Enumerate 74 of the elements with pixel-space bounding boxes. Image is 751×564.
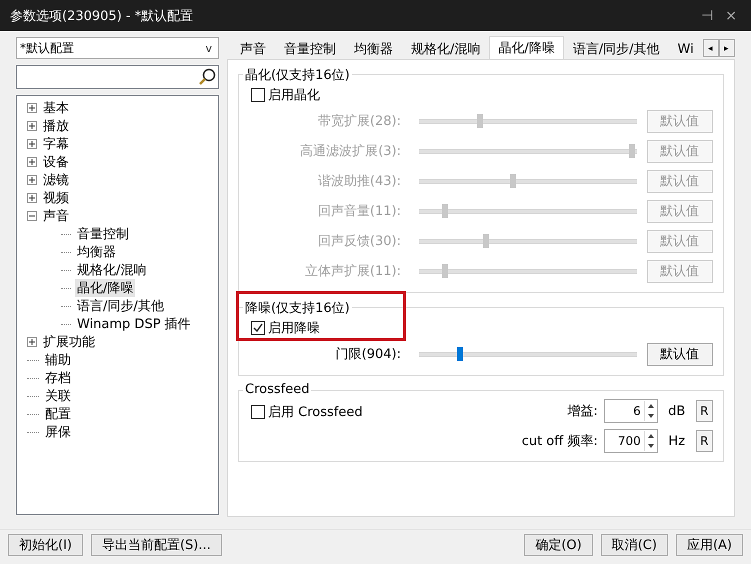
tab[interactable]: 晶化/降噪 bbox=[489, 36, 564, 60]
tree-item[interactable]: 存档 bbox=[43, 369, 73, 388]
tree-item[interactable]: 字幕 bbox=[41, 135, 71, 154]
apply-button[interactable]: 应用(A) bbox=[676, 534, 743, 556]
checkbox-label[interactable]: 启用晶化 bbox=[268, 86, 320, 104]
expand-icon[interactable] bbox=[27, 139, 37, 150]
tree-item[interactable]: 音量控制 bbox=[75, 225, 131, 244]
tree-item[interactable]: 均衡器 bbox=[75, 243, 118, 262]
profile-dropdown[interactable]: *默认配置 v bbox=[16, 37, 219, 60]
reset-button[interactable]: 初始化(I) bbox=[8, 534, 83, 556]
tree-item[interactable]: 辅助 bbox=[43, 351, 73, 370]
tree-item[interactable]: 声音 bbox=[41, 207, 71, 226]
pin-button[interactable]: ⊣ bbox=[695, 8, 720, 24]
tab[interactable]: 语言/同步/其他 bbox=[564, 38, 669, 60]
field-label: cut off 频率: bbox=[520, 433, 598, 450]
expand-icon[interactable] bbox=[27, 193, 37, 204]
up-arrow-icon[interactable] bbox=[648, 434, 654, 438]
tree-item[interactable]: 屏保 bbox=[43, 423, 73, 442]
scroll-right-button[interactable]: ▸ bbox=[718, 39, 735, 58]
tree-item[interactable]: 播放 bbox=[41, 117, 71, 136]
down-arrow-icon[interactable] bbox=[648, 444, 654, 448]
window-title: 参数选项(230905) - *默认配置 bbox=[10, 8, 194, 25]
tree-item[interactable]: 关联 bbox=[43, 387, 73, 406]
close-button[interactable]: × bbox=[719, 8, 743, 24]
tab[interactable]: 规格化/混响 bbox=[402, 38, 490, 60]
tree-item[interactable]: 视频 bbox=[41, 189, 71, 208]
tree-item[interactable]: Winamp DSP 插件 bbox=[75, 315, 193, 334]
reset-button[interactable]: R bbox=[696, 400, 713, 422]
checkbox[interactable] bbox=[251, 321, 265, 336]
scroll-left-button[interactable]: ◂ bbox=[702, 39, 719, 58]
expand-icon[interactable] bbox=[27, 157, 37, 168]
tree-item[interactable]: 规格化/混响 bbox=[75, 261, 148, 280]
slider-label: 回声音量(11): bbox=[316, 203, 402, 220]
unit-label: dB bbox=[667, 404, 686, 419]
tree-item[interactable]: 滤镜 bbox=[41, 171, 71, 190]
down-arrow-icon[interactable] bbox=[648, 414, 654, 418]
expand-icon[interactable] bbox=[27, 103, 37, 114]
tab[interactable]: Wi bbox=[668, 38, 703, 60]
tree-item[interactable]: 扩展功能 bbox=[41, 333, 97, 352]
slider-label: 立体声扩展(11): bbox=[304, 263, 402, 280]
checkbox[interactable] bbox=[251, 405, 265, 420]
expand-icon[interactable] bbox=[27, 175, 37, 186]
up-arrow-icon[interactable] bbox=[648, 404, 654, 408]
checkbox-label[interactable]: 启用 Crossfeed bbox=[268, 403, 363, 422]
tab[interactable]: 均衡器 bbox=[345, 38, 402, 60]
field-label: 增益: bbox=[566, 403, 598, 420]
slider-thumb[interactable] bbox=[457, 347, 464, 362]
collapse-icon[interactable] bbox=[27, 211, 37, 222]
search-field[interactable] bbox=[16, 65, 219, 90]
tree-item[interactable]: 晶化/降噪 bbox=[75, 279, 136, 298]
slider-label: 谐波助推(43): bbox=[316, 173, 402, 190]
checkbox[interactable] bbox=[251, 88, 265, 102]
checkbox-label[interactable]: 启用降噪 bbox=[268, 319, 320, 338]
expand-icon[interactable] bbox=[27, 337, 37, 348]
export-button[interactable]: 导出当前配置(S)... bbox=[90, 534, 222, 556]
spin-field[interactable]: 6 bbox=[604, 399, 658, 424]
cancel-button[interactable]: 取消(C) bbox=[600, 534, 668, 556]
tab[interactable]: 音量控制 bbox=[275, 38, 345, 60]
slider-label: 门限(904): bbox=[334, 346, 402, 364]
tree-item[interactable]: 配置 bbox=[43, 405, 73, 424]
ok-button[interactable]: 确定(O) bbox=[524, 534, 593, 556]
expand-icon[interactable] bbox=[27, 121, 37, 132]
tree-item[interactable]: 语言/同步/其他 bbox=[75, 297, 166, 316]
slider-label: 回声反馈(30): bbox=[316, 233, 402, 250]
unit-label: Hz bbox=[667, 434, 686, 449]
reset-button[interactable]: R bbox=[696, 430, 713, 452]
default-button[interactable]: 默认值 bbox=[646, 342, 713, 366]
spin-field[interactable]: 700 bbox=[604, 429, 658, 454]
tab[interactable]: 声音 bbox=[231, 38, 275, 60]
search-icon[interactable] bbox=[198, 68, 216, 86]
slider-label: 高通滤波扩展(3): bbox=[299, 143, 402, 160]
tree-item[interactable]: 基本 bbox=[41, 99, 71, 118]
slider-label: 带宽扩展(28): bbox=[316, 113, 402, 130]
tree-item[interactable]: 设备 bbox=[41, 153, 71, 172]
